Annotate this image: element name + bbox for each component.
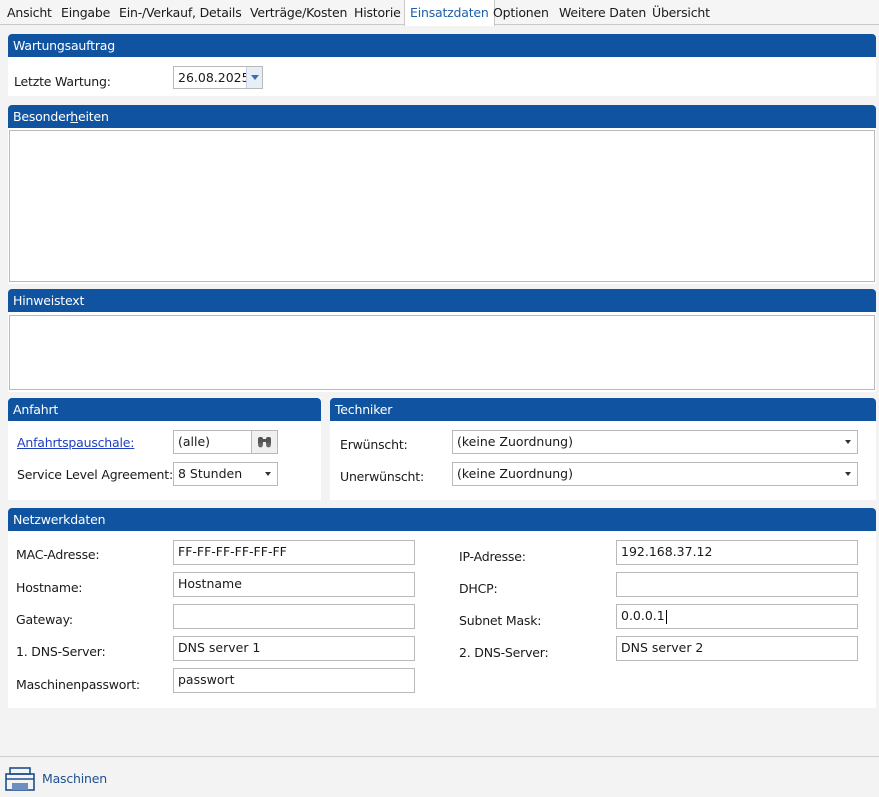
chevron-down-icon: [845, 472, 851, 476]
unerwuenscht-select[interactable]: (keine Zuordnung): [452, 462, 858, 486]
date-dropdown-button[interactable]: [246, 67, 262, 88]
tab-einsatzdaten[interactable]: Einsatzdaten: [404, 0, 495, 26]
tab-bar: Ansicht Eingabe Ein-/Verkauf, Details Ve…: [0, 0, 879, 26]
panel-techniker: Techniker Erwünscht: (keine Zuordnung) U…: [330, 398, 876, 500]
panel-netzwerkdaten: Netzwerkdaten MAC-Adresse: FF-FF-FF-FF-F…: [8, 508, 876, 708]
text-caret: [665, 609, 667, 624]
panel-header: Besonderheiten: [8, 105, 876, 128]
subnet-input[interactable]: 0.0.0.1: [616, 604, 858, 629]
dns2-label: 2. DNS-Server:: [459, 645, 549, 660]
unerwuenscht-value: (keine Zuordnung): [457, 466, 573, 481]
maschinen-link[interactable]: Maschinen: [42, 771, 107, 786]
mac-label: MAC-Adresse:: [16, 547, 100, 562]
hostname-input[interactable]: Hostname: [173, 572, 415, 597]
subnet-label: Subnet Mask:: [459, 613, 542, 628]
besonderheiten-textarea[interactable]: [9, 130, 875, 282]
binoculars-icon: [258, 437, 271, 448]
maschinenpasswort-input[interactable]: passwort: [173, 668, 415, 693]
hostname-label: Hostname:: [16, 580, 83, 595]
panel-header: Anfahrt: [8, 398, 321, 421]
unerwuenscht-label: Unerwünscht:: [340, 469, 424, 484]
tab-ein-verkauf-details[interactable]: Ein-/Verkauf, Details: [119, 0, 242, 25]
panel-hinweistext: Hinweistext: [8, 289, 876, 392]
gateway-label: Gateway:: [16, 612, 73, 627]
panel-wartungsauftrag: Wartungsauftrag Letzte Wartung: 26.08.20…: [8, 34, 876, 96]
dhcp-input[interactable]: [616, 572, 858, 597]
panel-header: Techniker: [330, 398, 876, 421]
sla-select[interactable]: 8 Stunden: [173, 462, 278, 486]
chevron-down-icon: [845, 440, 851, 444]
dns1-label: 1. DNS-Server:: [16, 644, 106, 659]
panel-header: Wartungsauftrag: [8, 34, 876, 57]
tab-ansicht[interactable]: Ansicht: [7, 0, 52, 25]
letzte-wartung-label: Letzte Wartung:: [14, 74, 111, 89]
printer-icon[interactable]: [4, 765, 36, 793]
maschinenpasswort-label: Maschinenpasswort:: [16, 677, 140, 692]
panel-header: Netzwerkdaten: [8, 508, 876, 531]
anfahrtspauschale-value: (alle): [178, 434, 211, 449]
sla-value: 8 Stunden: [178, 466, 243, 481]
dns1-input[interactable]: DNS server 1: [173, 636, 415, 661]
tab-weitere-daten[interactable]: Weitere Daten: [559, 0, 646, 25]
letzte-wartung-value: 26.08.2025: [178, 70, 250, 85]
erwuenscht-label: Erwünscht:: [340, 437, 408, 452]
gateway-input[interactable]: [173, 604, 415, 629]
tab-uebersicht[interactable]: Übersicht: [652, 0, 710, 25]
sla-label: Service Level Agreement:: [17, 467, 173, 482]
erwuenscht-select[interactable]: (keine Zuordnung): [452, 430, 858, 454]
tab-historie[interactable]: Historie: [354, 0, 401, 25]
letzte-wartung-date-picker[interactable]: 26.08.2025: [173, 66, 263, 89]
panel-header: Hinweistext: [8, 289, 876, 312]
tab-eingabe[interactable]: Eingabe: [61, 0, 110, 25]
mac-input[interactable]: FF-FF-FF-FF-FF-FF: [173, 540, 415, 565]
panel-anfahrt: Anfahrt Anfahrtspauschale: (alle) Servic…: [8, 398, 321, 500]
chevron-down-icon: [251, 75, 259, 80]
dhcp-label: DHCP:: [459, 581, 498, 596]
tab-vertraege-kosten[interactable]: Verträge/Kosten: [250, 0, 347, 25]
anfahrtspauschale-link[interactable]: Anfahrtspauschale:: [17, 435, 134, 450]
chevron-down-icon: [265, 472, 271, 476]
footer-bar: Maschinen: [0, 756, 879, 797]
hinweistext-textarea[interactable]: [9, 315, 875, 390]
panel-besonderheiten: Besonderheiten: [8, 105, 876, 284]
ip-input[interactable]: 192.168.37.12: [616, 540, 858, 565]
erwuenscht-value: (keine Zuordnung): [457, 434, 573, 449]
anfahrtspauschale-field[interactable]: (alle): [173, 430, 252, 454]
dns2-input[interactable]: DNS server 2: [616, 636, 858, 661]
tab-optionen[interactable]: Optionen: [493, 0, 549, 25]
search-button[interactable]: [251, 430, 278, 454]
ip-label: IP-Adresse:: [459, 549, 526, 564]
